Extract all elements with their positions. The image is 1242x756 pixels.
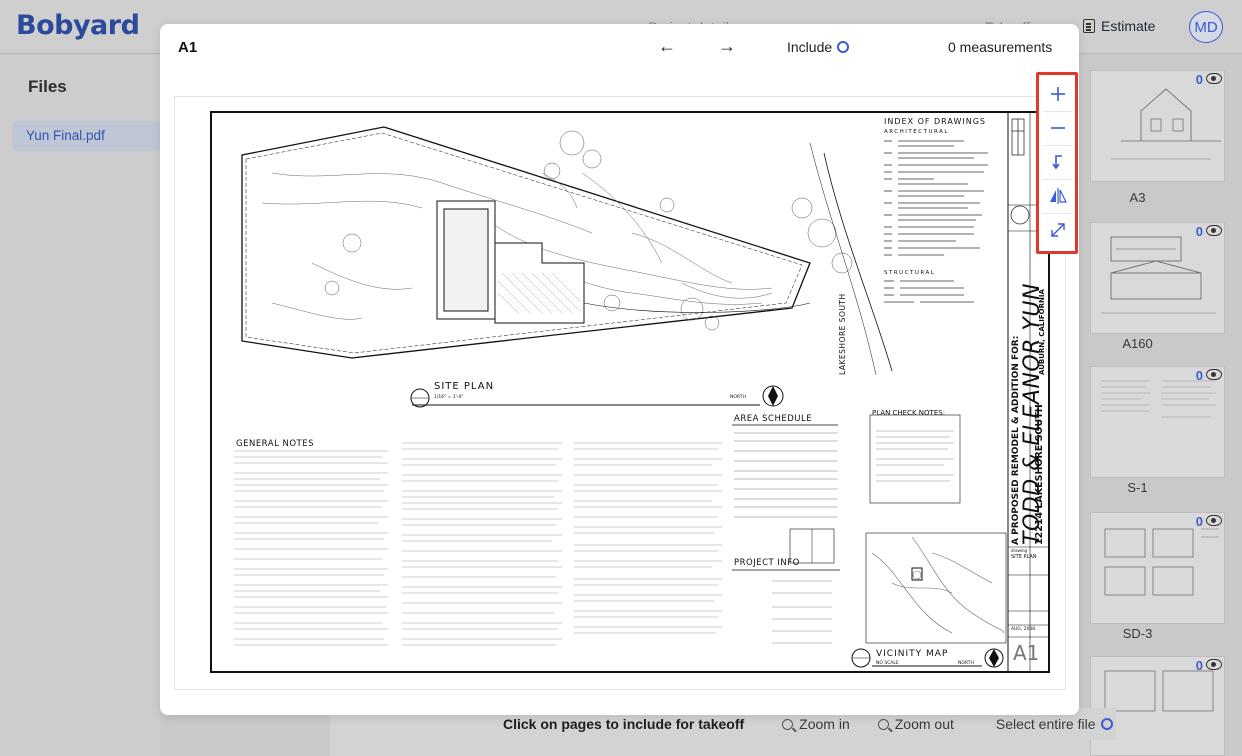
- page-preview-modal: A1 ← → Include 0 measurements INDEX OF D…: [160, 24, 1079, 715]
- thumbnail-measurement-count: 0: [1195, 72, 1203, 87]
- thumbnail-measurement-count: 0: [1195, 658, 1203, 673]
- thumbnail-label: SD-3: [1122, 626, 1153, 641]
- vicinity-map-title: VICINITY MAP: [876, 649, 949, 659]
- tab-estimate[interactable]: Estimate: [1083, 18, 1155, 34]
- project-info-title: PROJECT INFO: [734, 558, 800, 568]
- previous-page-button[interactable]: ←: [658, 36, 676, 57]
- bobyard-logo[interactable]: Bobyard: [16, 10, 140, 41]
- thumbnail-image: [1090, 512, 1225, 624]
- drawing-field-value: SITE PLAN: [1011, 554, 1037, 560]
- file-item-yun-final[interactable]: Yun Final.pdf: [12, 121, 162, 151]
- modal-page-title: A1: [178, 39, 198, 56]
- index-title: INDEX OF DRAWINGS: [884, 117, 986, 126]
- area-schedule-title: AREA SCHEDULE: [734, 414, 813, 424]
- zoom-out-button[interactable]: Zoom out: [877, 716, 954, 732]
- magnifier-icon: [877, 718, 889, 730]
- thumbnail-image: [1090, 70, 1225, 182]
- zoom-in-button[interactable]: Zoom in: [782, 716, 850, 732]
- thumbnail-measurement-count: 0: [1195, 224, 1203, 239]
- divider: [1043, 213, 1073, 214]
- divider: [1043, 145, 1073, 146]
- general-notes-title: GENERAL NOTES: [236, 431, 314, 450]
- thumbnail-measurement-count: 0: [1195, 514, 1203, 529]
- select-entire-file-label: Select entire file: [995, 716, 1096, 732]
- architectural-heading: ARCHITECTURAL: [884, 129, 949, 135]
- include-radio-icon: [837, 41, 850, 53]
- plan-check-notes-title: PLAN CHECK NOTES:: [872, 409, 946, 417]
- drawing-index-list: [884, 138, 1004, 279]
- street-label: LAKESHORE SOUTH: [838, 293, 847, 375]
- next-page-button[interactable]: →: [718, 36, 736, 57]
- structural-index-list: [884, 278, 1004, 315]
- site-plan-north: NORTH: [730, 395, 746, 400]
- eye-icon[interactable]: [1206, 225, 1222, 236]
- sheet-date: AUG. 2008: [1011, 627, 1036, 632]
- eye-icon[interactable]: [1206, 369, 1222, 380]
- bottom-instruction: Click on pages to include for takeoff: [503, 716, 745, 732]
- drawing-field-label: drawing: [1011, 548, 1028, 553]
- select-radio-icon: [1101, 718, 1114, 730]
- estimate-label: Estimate: [1101, 18, 1156, 34]
- thumbnail-image: [1090, 366, 1225, 478]
- flip-icon[interactable]: [1047, 185, 1069, 207]
- files-title: Files: [28, 77, 67, 96]
- thumbnail-label: S-1: [1127, 480, 1148, 495]
- files-panel: Files Yun Final.pdf: [0, 55, 162, 756]
- thumbnail-label: A160: [1122, 336, 1153, 351]
- zoom-out-label: Zoom out: [894, 716, 954, 732]
- vicinity-map-scale: NO SCALE: [876, 661, 899, 666]
- sheet-number: A1: [1013, 641, 1040, 665]
- zoom-out-icon[interactable]: [1047, 117, 1069, 139]
- include-label: Include: [787, 39, 833, 55]
- project-city: AUBURN, CALIFORNIA: [1038, 289, 1046, 375]
- thumbnail-measurement-count: 0: [1195, 368, 1203, 383]
- general-notes-label: GENERAL NOTES: [236, 439, 315, 449]
- drawing-sheet: INDEX OF DRAWINGS ARCHITECTURAL STRUCTUR…: [210, 111, 1050, 673]
- document-icon: [1083, 19, 1095, 33]
- eye-icon[interactable]: [1206, 73, 1222, 84]
- vicinity-map-north: NORTH: [958, 661, 974, 666]
- magnifier-icon: [782, 718, 794, 730]
- zoom-in-icon[interactable]: [1047, 83, 1069, 105]
- zoom-toolbar: [1036, 72, 1078, 254]
- fit-screen-icon[interactable]: [1047, 219, 1069, 241]
- thumbnail-image: [1090, 656, 1225, 756]
- eye-icon[interactable]: [1206, 659, 1222, 670]
- eye-icon[interactable]: [1206, 515, 1222, 526]
- divider: [1043, 111, 1073, 112]
- user-avatar[interactable]: MD: [1189, 11, 1223, 43]
- site-plan-title: SITE PLAN: [434, 381, 495, 392]
- measurement-count: 0 measurements: [948, 39, 1053, 55]
- zoom-in-label: Zoom in: [799, 716, 850, 732]
- thumbnail-image: [1090, 222, 1225, 334]
- project-address: 12214 LAKESHORE SOUTH: [1034, 404, 1045, 545]
- structural-heading: STRUCTURAL: [884, 270, 936, 276]
- rotate-icon[interactable]: [1047, 151, 1069, 173]
- divider: [1043, 179, 1073, 180]
- include-toggle[interactable]: Include: [787, 39, 850, 55]
- select-entire-file-button[interactable]: Select entire file: [996, 716, 1114, 732]
- thumbnail-label: A3: [1129, 190, 1146, 205]
- site-plan-scale: 1/16" = 1'-0": [434, 395, 464, 400]
